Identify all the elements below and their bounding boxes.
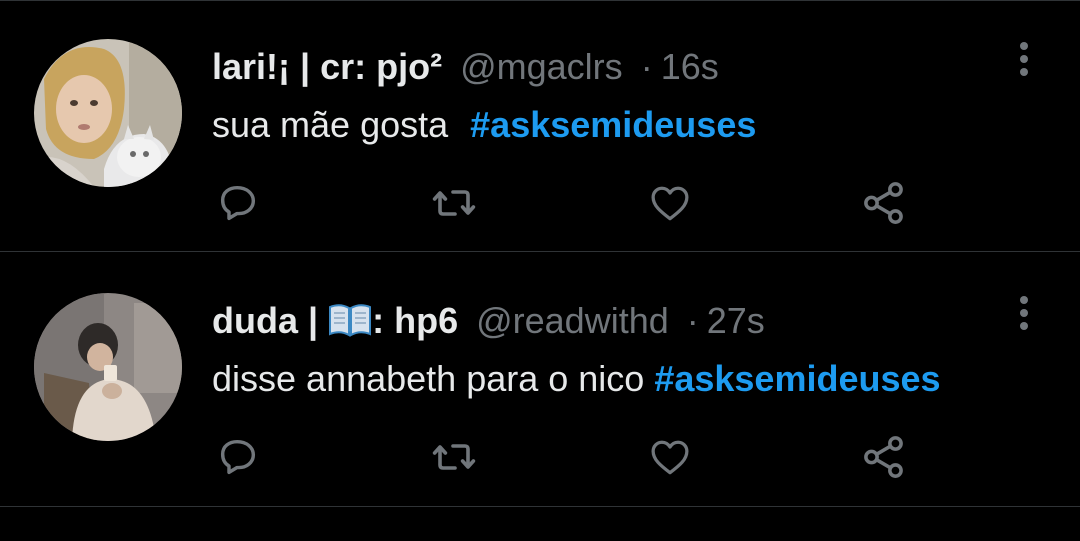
profile-photo-person-drinking-icon	[34, 293, 182, 441]
like-button[interactable]	[644, 431, 696, 483]
tweet-body: sua mãe gosta	[212, 104, 449, 145]
tweet-actions	[0, 177, 1080, 229]
tweet-text: disse annabeth para o nico #asksemideuses	[212, 355, 941, 403]
open-book-icon	[329, 304, 372, 337]
separator: ·	[686, 300, 699, 341]
timestamp[interactable]: 27s	[707, 300, 765, 341]
tweet-actions	[0, 431, 1080, 483]
tweet[interactable]: duda | : hp6 @readwithd · 27s disse annab…	[0, 255, 1080, 507]
hashtag-link[interactable]: #asksemideuses	[654, 358, 940, 399]
retweet-button[interactable]	[428, 177, 480, 229]
separator: ·	[640, 46, 653, 87]
reply-button[interactable]	[212, 177, 264, 229]
reply-button[interactable]	[212, 431, 264, 483]
share-icon	[864, 436, 903, 478]
username[interactable]: @mgaclrs	[460, 46, 623, 87]
more-options-icon[interactable]	[1010, 293, 1038, 337]
timestamp[interactable]: 16s	[661, 46, 719, 87]
like-button[interactable]	[644, 177, 696, 229]
tweet-header: lari!¡ | cr: pjo² @mgaclrs · 16s	[212, 43, 719, 91]
share-button[interactable]	[858, 431, 910, 483]
retweet-button[interactable]	[428, 431, 480, 483]
share-icon	[864, 182, 903, 224]
display-name-prefix: duda |	[212, 300, 319, 341]
tweet[interactable]: lari!¡ | cr: pjo² @mgaclrs · 16s sua mãe …	[0, 0, 1080, 252]
display-name[interactable]: lari!¡ | cr: pjo²	[212, 46, 442, 87]
display-name[interactable]: duda | : hp6	[212, 300, 458, 341]
share-button[interactable]	[858, 177, 910, 229]
display-name-suffix: : hp6	[372, 300, 459, 341]
reply-icon	[220, 185, 256, 221]
tweet-header: duda | : hp6 @readwithd · 27s	[212, 297, 765, 345]
retweet-icon	[432, 190, 476, 216]
hashtag-link[interactable]: #asksemideuses	[470, 104, 756, 145]
tweet-text: sua mãe gosta #asksemideuses	[212, 101, 756, 149]
avatar[interactable]	[34, 293, 182, 441]
retweet-icon	[432, 444, 476, 470]
profile-photo-woman-with-cat-icon	[34, 39, 182, 187]
more-options-icon[interactable]	[1010, 39, 1038, 83]
reply-icon	[220, 439, 256, 475]
avatar[interactable]	[34, 39, 182, 187]
like-icon	[651, 186, 689, 221]
like-icon	[651, 440, 689, 475]
tweet-body: disse annabeth para o nico	[212, 358, 645, 399]
username[interactable]: @readwithd	[476, 300, 669, 341]
